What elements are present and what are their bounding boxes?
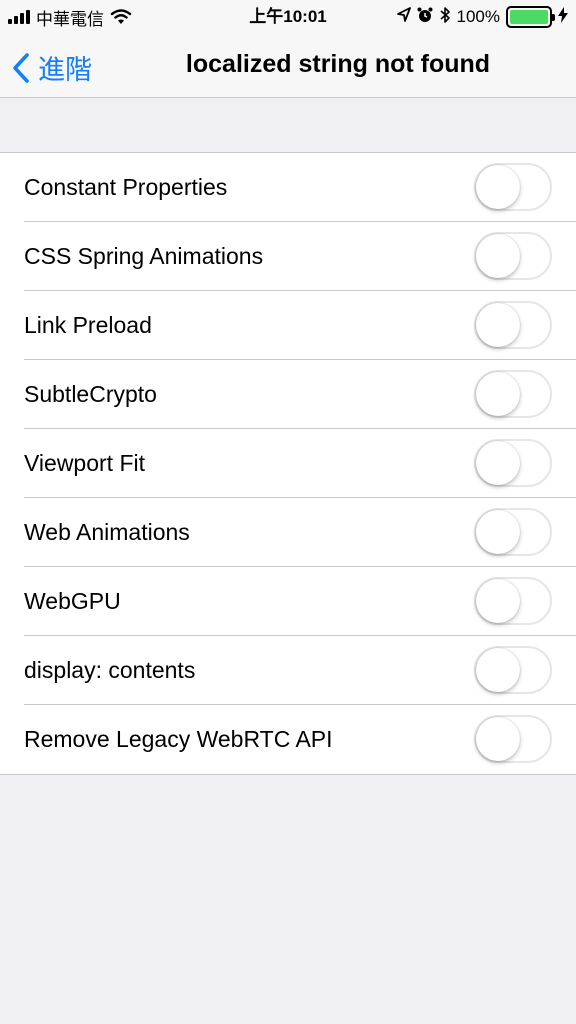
battery-icon xyxy=(506,6,555,28)
feature-list: Constant Properties CSS Spring Animations… xyxy=(0,152,576,775)
feature-toggle[interactable] xyxy=(474,577,552,625)
feature-label: Remove Legacy WebRTC API xyxy=(24,726,333,752)
list-item: CSS Spring Animations xyxy=(0,222,576,291)
back-button-label: 進階 xyxy=(38,55,92,85)
list-item: WebGPU xyxy=(0,567,576,636)
toggle-knob xyxy=(476,579,520,623)
battery-percent: 100% xyxy=(456,7,500,26)
list-item: Viewport Fit xyxy=(0,429,576,498)
bluetooth-icon xyxy=(439,6,451,29)
feature-toggle[interactable] xyxy=(474,508,552,556)
list-item: Link Preload xyxy=(0,291,576,360)
feature-label: Constant Properties xyxy=(24,174,228,200)
feature-label: Viewport Fit xyxy=(24,450,146,476)
list-item: Web Animations xyxy=(0,498,576,567)
toggle-knob xyxy=(476,717,520,761)
toggle-knob xyxy=(476,441,520,485)
toggle-knob xyxy=(476,234,520,278)
status-bar: 中華電信 上午10:01 100% xyxy=(0,0,576,34)
feature-toggle[interactable] xyxy=(474,232,552,280)
feature-label: SubtleCrypto xyxy=(24,381,157,407)
chevron-left-icon xyxy=(12,52,30,83)
feature-label: Link Preload xyxy=(24,312,152,338)
screen: 中華電信 上午10:01 100% 進階 localized string no… xyxy=(0,0,576,1024)
feature-toggle[interactable] xyxy=(474,163,552,211)
feature-label: WebGPU xyxy=(24,588,121,614)
back-button[interactable]: 進階 xyxy=(12,48,92,87)
feature-toggle[interactable] xyxy=(474,646,552,694)
feature-toggle[interactable] xyxy=(474,370,552,418)
charging-icon xyxy=(558,6,568,28)
list-item: Remove Legacy WebRTC API xyxy=(0,705,576,774)
toggle-knob xyxy=(476,648,520,692)
toggle-knob xyxy=(476,165,520,209)
list-item: display: contents xyxy=(0,636,576,705)
list-item: SubtleCrypto xyxy=(0,360,576,429)
list-item: Constant Properties xyxy=(0,153,576,222)
navigation-bar: 進階 localized string not found xyxy=(0,34,576,98)
top-bar: 中華電信 上午10:01 100% 進階 localized string no… xyxy=(0,0,576,98)
toggle-knob xyxy=(476,510,520,554)
toggle-knob xyxy=(476,372,520,416)
status-right: 100% xyxy=(396,6,568,29)
alarm-icon xyxy=(417,7,433,28)
feature-label: display: contents xyxy=(24,657,196,683)
page-title: localized string not found xyxy=(185,50,491,78)
feature-toggle[interactable] xyxy=(474,439,552,487)
location-icon xyxy=(396,6,411,28)
feature-label: Web Animations xyxy=(24,519,190,545)
feature-toggle[interactable] xyxy=(474,301,552,349)
toggle-knob xyxy=(476,303,520,347)
feature-toggle[interactable] xyxy=(474,715,552,763)
feature-label: CSS Spring Animations xyxy=(24,243,264,269)
